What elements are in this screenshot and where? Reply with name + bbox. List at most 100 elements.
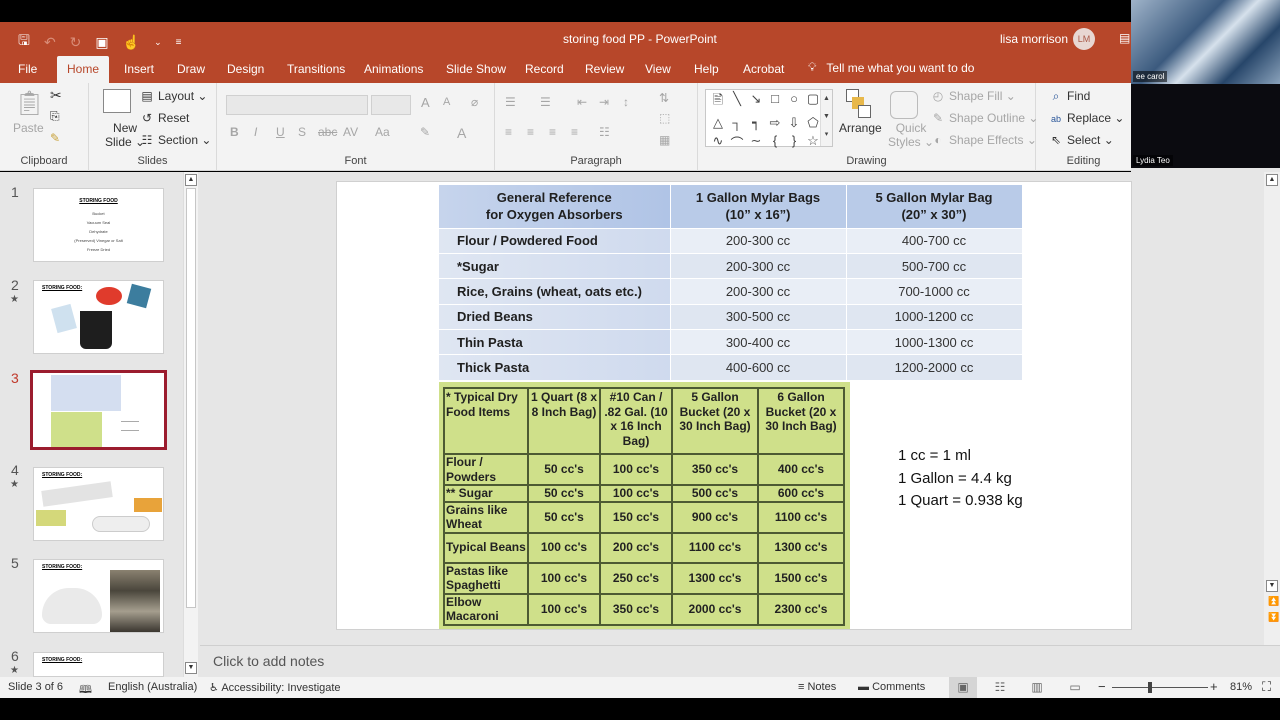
clear-formatting-icon[interactable]: ⌀ xyxy=(471,95,478,109)
ribbon-display-options-icon[interactable]: ▤ xyxy=(1119,31,1130,45)
slide-thumbnail-3[interactable] xyxy=(30,370,167,450)
change-case-button[interactable]: Aa xyxy=(375,125,390,139)
zoom-slider-thumb[interactable] xyxy=(1147,682,1152,693)
oxygen-absorber-reference-table[interactable]: General Reference for Oxygen Absorbers 1… xyxy=(439,185,1023,381)
comments-button[interactable]: ▬ Comments xyxy=(858,681,925,693)
tab-design[interactable]: Design xyxy=(227,62,264,76)
zoom-slider[interactable] xyxy=(1112,687,1208,688)
arrange-icon[interactable] xyxy=(846,89,872,119)
shape-effects-button[interactable]: ◐ Shape Effects ⌄ xyxy=(930,133,1037,147)
zoom-level[interactable]: 81% xyxy=(1230,681,1252,693)
scribble-shape-icon[interactable]: ∿ xyxy=(710,133,726,152)
font-size-select[interactable] xyxy=(371,95,411,115)
zoom-in-button[interactable]: + xyxy=(1210,679,1218,694)
notes-button[interactable]: ≡ Notes xyxy=(798,681,836,693)
copy-icon[interactable]: ⎘ xyxy=(50,109,60,124)
find-button[interactable]: ⌕ Find xyxy=(1048,89,1091,104)
star-shape-icon[interactable]: ☆ xyxy=(805,133,821,152)
customize-qat-icon[interactable]: ≡ xyxy=(176,37,182,48)
tab-file[interactable]: File xyxy=(18,62,37,76)
scroll-down-button[interactable]: ▼ xyxy=(185,662,197,674)
underline-button[interactable]: U xyxy=(276,125,285,139)
shadow-button[interactable]: S xyxy=(298,125,306,139)
shape-outline-button[interactable]: ✎ Shape Outline ⌄ xyxy=(930,111,1038,125)
accessibility-button[interactable]: ♿︎ Accessibility: Investigate xyxy=(209,681,341,694)
previous-slide-icon[interactable]: ⏫ xyxy=(1268,596,1279,607)
tab-record[interactable]: Record xyxy=(525,62,564,76)
scroll-down-button[interactable]: ▼ xyxy=(1266,580,1278,592)
slide-thumbnail-2[interactable]: STORING FOOD: xyxy=(33,280,164,354)
right-brace-shape-icon[interactable]: } xyxy=(786,133,802,152)
textbox-shape-icon[interactable]: 🖹︎ xyxy=(710,91,726,113)
strikethrough-button[interactable]: abc xyxy=(318,125,337,139)
tab-draw[interactable]: Draw xyxy=(177,62,205,76)
shrink-font-button[interactable]: A xyxy=(443,96,450,108)
paste-button[interactable]: Paste xyxy=(13,121,44,135)
align-center-icon[interactable]: ≡ xyxy=(527,125,534,139)
oval-shape-icon[interactable]: ○ xyxy=(786,91,802,113)
cut-icon[interactable]: ✂ xyxy=(50,87,62,104)
slide-sorter-button[interactable]: ☷ xyxy=(986,677,1014,698)
autosave-icon[interactable]: 🖫 xyxy=(18,30,30,54)
triangle-shape-icon[interactable]: △ xyxy=(710,115,726,131)
scroll-up-button[interactable]: ▲ xyxy=(185,174,197,186)
participant-tile[interactable]: Lydia Teo xyxy=(1131,84,1280,168)
avatar[interactable]: LM xyxy=(1073,28,1095,50)
dry-food-oxygen-table[interactable]: * Typical Dry Food Items 1 Quart (8 x 8 … xyxy=(443,387,845,626)
left-brace-shape-icon[interactable]: { xyxy=(767,133,783,152)
user-name[interactable]: lisa morrison xyxy=(1000,32,1068,46)
tab-acrobat[interactable]: Acrobat xyxy=(743,62,784,76)
shape-fill-button[interactable]: ◴ Shape Fill ⌄ xyxy=(930,89,1016,103)
font-name-select[interactable] xyxy=(226,95,368,115)
thumbnails-scrollbar[interactable]: ▲ ▼ xyxy=(183,172,198,677)
align-left-icon[interactable]: ≡ xyxy=(505,125,512,139)
tab-transitions[interactable]: Transitions xyxy=(287,62,345,76)
tell-me-search[interactable]: 💡︎ Tell me what you want to do xyxy=(808,60,974,75)
numbering-icon[interactable]: ☰ xyxy=(540,95,551,109)
tab-review[interactable]: Review xyxy=(585,62,624,76)
layout-button[interactable]: ▤ Layout ⌄ xyxy=(139,89,207,103)
undo-icon[interactable]: ↶ xyxy=(44,34,56,51)
bold-button[interactable]: B xyxy=(230,125,239,139)
new-slide-icon[interactable] xyxy=(103,89,131,113)
reading-view-button[interactable]: ▥ xyxy=(1023,677,1051,698)
tab-home[interactable]: Home xyxy=(57,56,110,83)
paste-icon[interactable]: 📋︎ xyxy=(14,89,44,118)
rounded-rect-shape-icon[interactable]: ▢ xyxy=(805,91,821,113)
slideshow-button[interactable]: ▭ xyxy=(1061,677,1089,698)
char-spacing-button[interactable]: AV xyxy=(343,125,358,139)
tab-insert[interactable]: Insert xyxy=(124,62,154,76)
language-indicator[interactable]: English (Australia) xyxy=(108,681,197,693)
align-text-icon[interactable]: ⬚ xyxy=(659,111,670,125)
next-slide-icon[interactable]: ⏬ xyxy=(1268,612,1279,623)
scroll-up-button[interactable]: ▲ xyxy=(1266,174,1278,186)
highlight-icon[interactable]: ✎ xyxy=(420,125,430,139)
elbow-arrow-icon[interactable]: ┑ xyxy=(748,115,764,131)
slide-thumbnail-1[interactable]: STORING FOOD Bucket Vacuum Seal Dehydrat… xyxy=(33,188,164,262)
curve-shape-icon[interactable]: ∼ xyxy=(748,133,764,152)
conversion-notes[interactable]: 1 cc = 1 ml 1 Gallon = 4.4 kg 1 Quart = … xyxy=(898,445,1023,513)
normal-view-button[interactable]: ▣ xyxy=(949,677,977,698)
chevron-down-icon[interactable]: ⌄ xyxy=(154,37,162,48)
line-spacing-icon[interactable]: ↕ xyxy=(623,95,629,109)
tab-view[interactable]: View xyxy=(645,62,671,76)
align-right-icon[interactable]: ≡ xyxy=(549,125,556,139)
bullets-icon[interactable]: ☰ xyxy=(505,95,516,109)
section-button[interactable]: ☷ Section ⌄ xyxy=(139,133,212,147)
redo-icon[interactable]: ↻ xyxy=(70,34,82,51)
italic-button[interactable]: I xyxy=(254,125,257,139)
slide-thumbnail-6[interactable]: STORING FOOD: xyxy=(33,652,164,677)
arc-shape-icon[interactable]: ⌒ xyxy=(729,133,745,152)
justify-icon[interactable]: ≡ xyxy=(571,125,578,139)
slide-thumbnail-4[interactable]: STORING FOOD: xyxy=(33,467,164,541)
text-direction-icon[interactable]: ⇅ xyxy=(659,91,669,105)
decrease-indent-icon[interactable]: ⇤ xyxy=(577,95,587,109)
line-shape-icon[interactable]: ╲ xyxy=(729,91,745,113)
tab-animations[interactable]: Animations xyxy=(364,62,423,76)
scroll-thumb[interactable] xyxy=(186,188,196,608)
arrow-line-shape-icon[interactable]: ↘ xyxy=(748,91,764,113)
down-arrow-shape-icon[interactable]: ⇩ xyxy=(786,115,802,131)
shapes-gallery[interactable]: 🖹︎ ╲ ↘ □ ○ ▢ △ ┐ ┑ ⇨ ⇩ ⬠ ∿ ⌒ ∼{} ☆ ▲ ▼ ▾ xyxy=(705,89,833,151)
increase-indent-icon[interactable]: ⇥ xyxy=(599,95,609,109)
shapes-gallery-scroll[interactable]: ▲ ▼ ▾ xyxy=(820,90,832,146)
